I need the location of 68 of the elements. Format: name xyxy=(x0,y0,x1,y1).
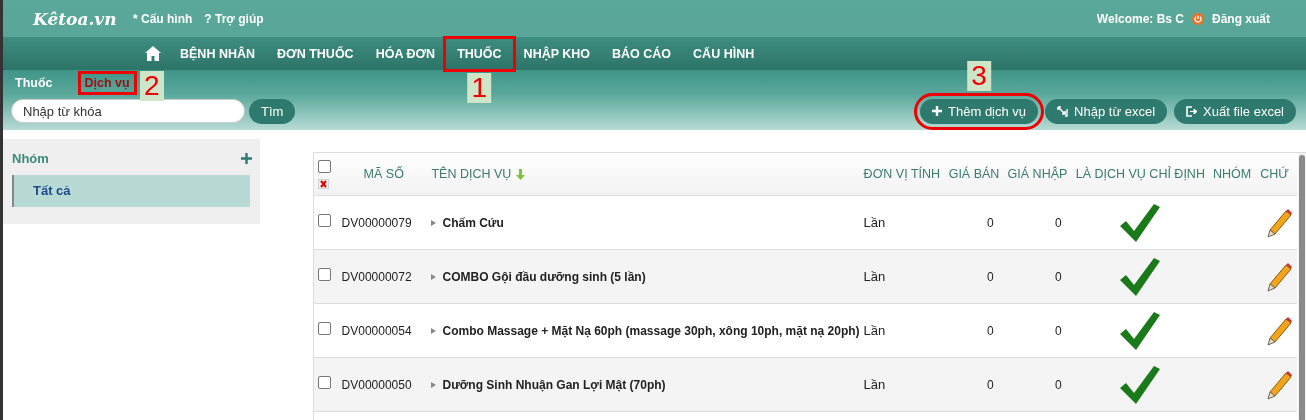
callout-number: 3 xyxy=(967,60,991,91)
sub-tab[interactable]: Thuốc xyxy=(11,74,57,92)
checkmark-icon xyxy=(1119,203,1160,242)
search-field[interactable]: Nhập từ khóa xyxy=(11,99,245,123)
power-icon xyxy=(1192,12,1204,25)
table-cell: 0 xyxy=(1055,323,1062,338)
table-cell: Lần xyxy=(863,215,886,230)
table-cell: Lần xyxy=(863,269,886,284)
column-header[interactable]: MÃ SỐ xyxy=(363,167,404,181)
welcome-text: Welcome: Bs C xyxy=(1096,11,1184,26)
table-cell: 0 xyxy=(1055,215,1062,230)
expand-arrow-icon[interactable] xyxy=(431,327,437,334)
import-icon xyxy=(1057,105,1069,117)
checkmark-icon xyxy=(1119,257,1160,296)
table-cell: 0 xyxy=(986,269,994,284)
nav-tab[interactable]: ĐƠN THUỐC xyxy=(266,38,365,69)
header-link[interactable]: ? Trợ giúp xyxy=(204,11,264,26)
table-cell: Lần xyxy=(863,377,886,392)
scrollbar[interactable] xyxy=(1298,153,1306,420)
search-button[interactable]: Tìm xyxy=(249,98,296,124)
pencil-icon[interactable] xyxy=(1264,315,1293,346)
export-icon xyxy=(1186,105,1198,117)
group-item[interactable]: Tất cả xyxy=(12,175,250,207)
table-cell: DV00000050 xyxy=(341,377,412,392)
nav-tab[interactable]: NHẬP KHO xyxy=(512,38,602,69)
clear-icon[interactable] xyxy=(318,178,329,189)
checkmark-icon xyxy=(1119,365,1160,404)
nav-tab[interactable]: BỆNH NHÂN xyxy=(169,38,266,69)
pencil-icon[interactable] xyxy=(1264,369,1293,400)
nav-tab[interactable]: BÁO CÁO xyxy=(601,38,683,69)
table-cell: Lần xyxy=(863,323,886,338)
nav-tab[interactable]: CẤU HÌNH xyxy=(682,38,766,69)
callout-number: 2 xyxy=(140,71,164,101)
table-cell: DV00000079 xyxy=(341,215,412,230)
import-button[interactable]: Nhập từ excel xyxy=(1045,98,1168,124)
table-cell: 0 xyxy=(986,323,994,338)
expand-arrow-icon[interactable] xyxy=(431,273,437,280)
logout-link[interactable]: Đăng xuất xyxy=(1212,11,1270,26)
nav-tab[interactable]: HÓA ĐƠN xyxy=(364,38,447,69)
logo[interactable]: Kêtoa.vn xyxy=(3,8,133,29)
table-cell: 0 xyxy=(1055,377,1062,392)
group-title: Nhóm xyxy=(12,150,49,166)
row-checkbox[interactable] xyxy=(318,268,331,281)
callout-number: 1 xyxy=(467,72,492,103)
table-cell: 0 xyxy=(1055,269,1062,284)
service-name: Chấm Cứu xyxy=(442,215,504,230)
home-icon[interactable] xyxy=(145,46,161,61)
table-cell: 0 xyxy=(986,377,994,392)
row-checkbox[interactable] xyxy=(318,214,331,227)
row-checkbox[interactable] xyxy=(318,376,331,389)
service-name: COMBO Gội đầu dưỡng sinh (5 lần) xyxy=(442,269,646,284)
add-icon[interactable] xyxy=(241,152,252,164)
table-cell: DV00000054 xyxy=(341,323,412,338)
export-button[interactable]: Xuất file excel xyxy=(1174,98,1296,124)
column-header[interactable]: TÊN DỊCH VỤ xyxy=(431,167,512,181)
pencil-icon[interactable] xyxy=(1264,207,1293,238)
checkmark-icon xyxy=(1119,311,1160,350)
row-checkbox[interactable] xyxy=(318,322,331,335)
table-cell: DV00000072 xyxy=(341,269,412,284)
table-cell: 0 xyxy=(986,215,994,230)
select-all-checkbox[interactable] xyxy=(318,159,331,173)
expand-arrow-icon[interactable] xyxy=(431,219,437,226)
service-name: Dưỡng Sinh Nhuận Gan Lợi Mật (70ph) xyxy=(442,377,666,392)
plus-icon xyxy=(932,106,943,116)
expand-arrow-icon[interactable] xyxy=(431,381,437,388)
service-name: Combo Massage + Mặt Nạ 60ph (massage 30ph, xông 10ph, mặt nạ 20ph) xyxy=(442,323,860,338)
header-link[interactable]: * Cấu hình xyxy=(133,11,193,26)
pencil-icon[interactable] xyxy=(1264,261,1293,292)
